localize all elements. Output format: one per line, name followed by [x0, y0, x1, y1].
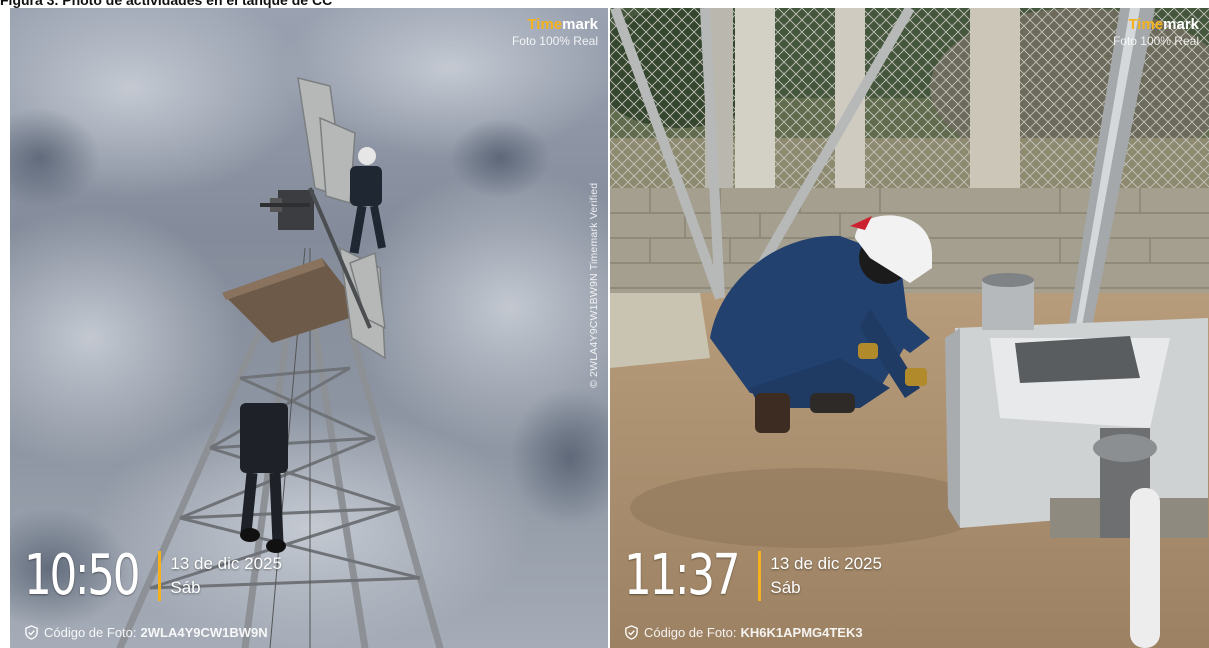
stamp-date: 13 de dic 2025	[770, 554, 882, 573]
time-stamp: 10:50 13 de dic 2025 Sáb	[24, 546, 282, 606]
photo-tank-work: Timemark Foto 100% Real 11:37 13 de dic …	[610, 8, 1209, 648]
code-label: Código de Foto:	[44, 625, 137, 640]
photo-code: Código de Foto: KH6K1APMG4TEK3	[624, 625, 863, 640]
brand-accent: Time	[1128, 16, 1164, 33]
brand-accent: Time	[527, 16, 563, 33]
stamp-divider	[758, 551, 762, 601]
timemark-brand: Timemark Foto 100% Real	[512, 16, 598, 48]
shield-check-icon	[25, 625, 38, 640]
time-stamp: 11:37 13 de dic 2025 Sáb	[624, 546, 882, 606]
stamp-day: Sáb	[770, 578, 801, 597]
code-value: KH6K1APMG4TEK3	[740, 625, 863, 640]
verified-watermark: © 2WLA4Y9CW1BW9N Timemark Verified	[588, 182, 600, 388]
figure-caption: Figura 3. Photo de actividades en el tan…	[0, 0, 333, 8]
timemark-brand: Timemark Foto 100% Real	[1113, 16, 1199, 48]
stamp-date: 13 de dic 2025	[170, 554, 282, 573]
code-value: 2WLA4Y9CW1BW9N	[140, 625, 268, 640]
photo-code: Código de Foto: 2WLA4Y9CW1BW9N	[24, 625, 268, 640]
stamp-divider	[158, 551, 162, 601]
photo-windmill: Timemark Foto 100% Real 10:50 13 de dic …	[10, 8, 608, 648]
shield-check-icon	[625, 625, 638, 640]
stamp-day: Sáb	[170, 578, 201, 597]
brand-rest: mark	[562, 16, 598, 33]
code-label: Código de Foto:	[644, 625, 737, 640]
stamp-time: 10:50	[24, 543, 141, 608]
brand-rest: mark	[1163, 16, 1199, 33]
brand-subtitle: Foto 100% Real	[1112, 34, 1199, 48]
stamp-time: 11:37	[624, 543, 741, 608]
brand-subtitle: Foto 100% Real	[511, 34, 598, 48]
